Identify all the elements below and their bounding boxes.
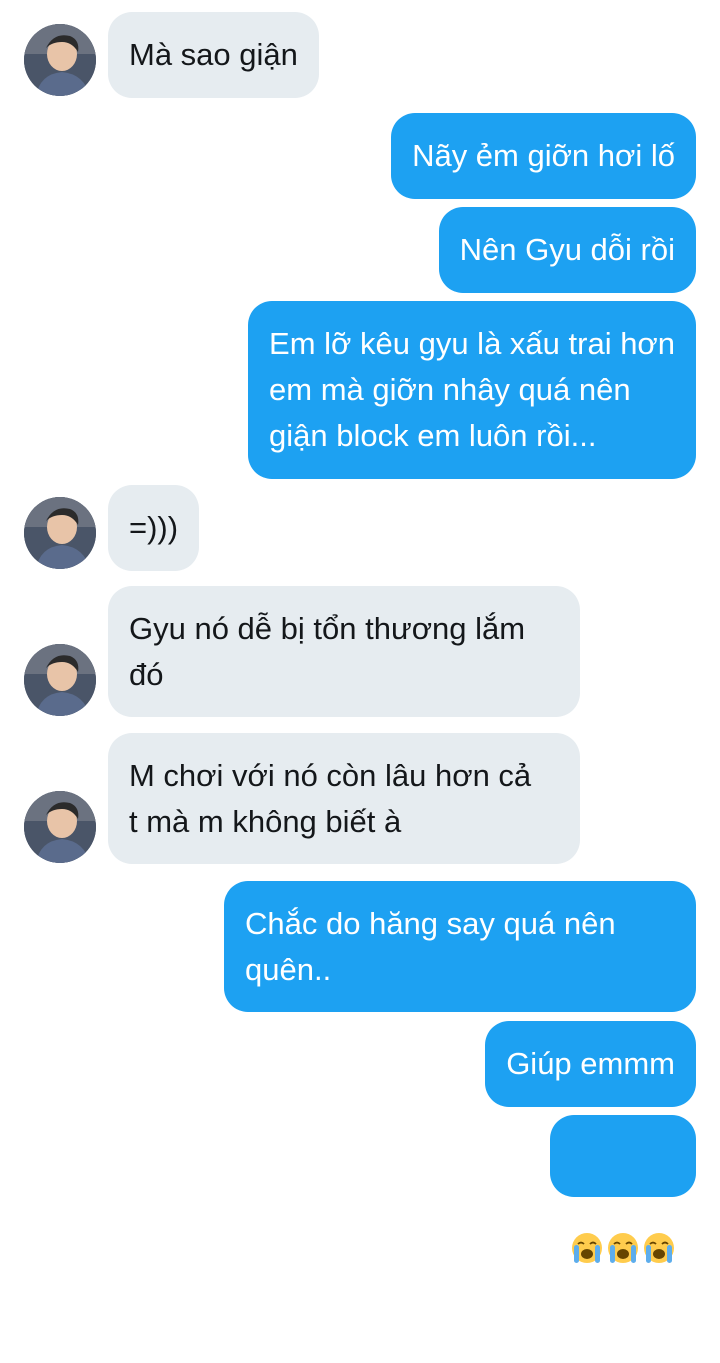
message-bubble[interactable]: Nãy ẻm giỡn hơi lố	[391, 113, 696, 199]
loudly-crying-face-icon	[644, 1233, 674, 1263]
emoji-group	[571, 1225, 675, 1271]
avatar-photo-icon	[24, 24, 96, 96]
avatar[interactable]	[24, 791, 96, 863]
avatar-photo-icon	[24, 497, 96, 569]
message-bubble[interactable]: Mà sao giận	[108, 12, 319, 98]
avatar-photo-icon	[24, 791, 96, 863]
loudly-crying-face-icon	[608, 1233, 638, 1263]
message-bubble[interactable]: Gyu nó dễ bị tổn thương lắm đó	[108, 586, 580, 717]
avatar[interactable]	[24, 497, 96, 569]
message-thread: Mà sao giận Nãy ẻm giỡn hơi lố Nên Gyu d…	[0, 0, 720, 1263]
message-bubble[interactable]: =)))	[108, 485, 200, 571]
avatar-photo-icon	[24, 644, 96, 716]
loudly-crying-face-icon	[572, 1233, 602, 1263]
message-bubble[interactable]: M chơi với nó còn lâu hơn cả t mà m khôn…	[108, 733, 580, 864]
message-bubble[interactable]: Nên Gyu dỗi rồi	[438, 207, 696, 293]
avatar[interactable]	[24, 24, 96, 96]
avatar[interactable]	[24, 644, 96, 716]
message-bubble[interactable]: Giúp emmm	[485, 1021, 696, 1107]
message-bubble[interactable]: Chắc do hăng say quá nên quên..	[224, 881, 696, 1012]
message-bubble[interactable]: Em lỡ kêu gyu là xấu trai hơn em mà giỡn…	[248, 301, 696, 479]
message-bubble[interactable]	[550, 1115, 696, 1263]
